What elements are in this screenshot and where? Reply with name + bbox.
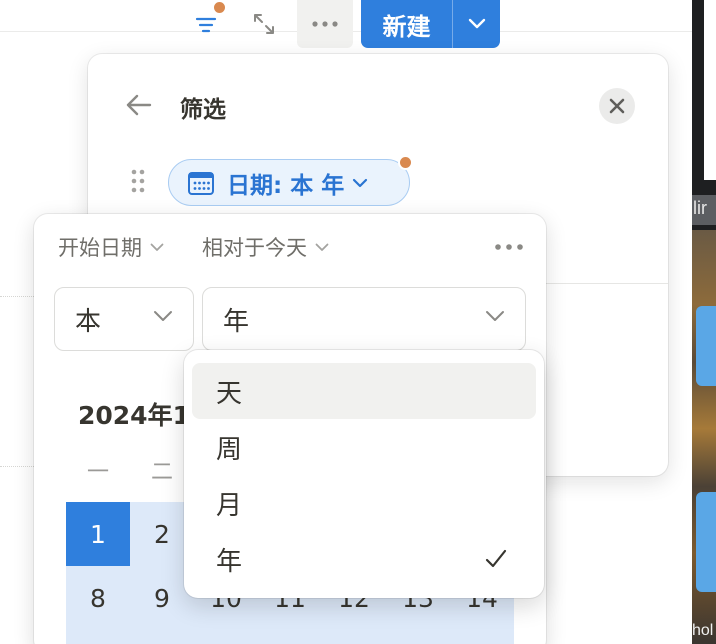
background-window-text: lir xyxy=(693,198,707,218)
drag-handle[interactable] xyxy=(130,168,146,198)
weekday-label: 一 xyxy=(86,460,109,485)
filter-modified-indicator xyxy=(398,155,413,170)
desktop-label: hol xyxy=(692,622,714,639)
relative-this-value: 本 xyxy=(75,306,102,337)
unit-option-year[interactable]: 年 xyxy=(192,531,536,587)
panel-title: 筛选 xyxy=(180,97,226,123)
relative-this-select[interactable]: 本 xyxy=(54,287,194,351)
unit-option-label: 月 xyxy=(216,490,243,521)
filter-lines-icon xyxy=(195,17,217,33)
unit-dropdown-menu: 天 周 月 年 xyxy=(184,350,544,598)
relative-mode-label: 相对于今天 xyxy=(202,236,307,260)
background-window: lir hol xyxy=(692,0,716,644)
unit-option-label: 天 xyxy=(216,378,243,409)
calendar-month-title: 2024年1 xyxy=(78,401,190,430)
panel-divider xyxy=(546,283,668,284)
new-button-label[interactable]: 新建 xyxy=(361,0,453,48)
folder-icon[interactable] xyxy=(696,492,716,592)
unit-option-day[interactable]: 天 xyxy=(192,363,536,419)
close-icon xyxy=(609,98,625,114)
close-button[interactable] xyxy=(599,88,635,124)
date-filter-chip[interactable]: 日期: 本 年 xyxy=(168,159,410,206)
chevron-down-icon xyxy=(352,178,368,188)
active-filter-indicator xyxy=(213,1,226,14)
expand-arrows-icon xyxy=(254,14,274,34)
unit-option-label: 周 xyxy=(216,434,243,465)
calendar-day[interactable]: 8 xyxy=(66,566,130,630)
date-property-select[interactable]: 开始日期 xyxy=(58,232,164,262)
more-options-button[interactable] xyxy=(297,0,353,48)
calendar-day-today[interactable]: 1 xyxy=(66,502,130,566)
new-button[interactable]: 新建 xyxy=(361,0,500,48)
background-window-tab: lir xyxy=(692,195,716,225)
unit-option-label: 年 xyxy=(216,546,243,577)
chevron-down-icon xyxy=(153,310,173,322)
new-button-dropdown[interactable] xyxy=(453,0,500,48)
filter-chip-label: 日期: 本 年 xyxy=(227,172,345,199)
chevron-down-icon xyxy=(485,310,505,322)
folder-icon[interactable] xyxy=(696,306,716,386)
relative-mode-select[interactable]: 相对于今天 xyxy=(202,232,329,262)
unit-option-week[interactable]: 周 xyxy=(192,419,536,475)
date-property-label: 开始日期 xyxy=(58,236,142,260)
chevron-down-icon xyxy=(150,243,164,252)
relative-unit-value: 年 xyxy=(223,306,250,337)
drag-handle-icon xyxy=(131,169,145,193)
calendar-icon xyxy=(187,170,215,196)
popover-more-button[interactable] xyxy=(494,236,524,255)
chevron-down-icon xyxy=(468,18,485,29)
background-window-panel xyxy=(704,0,716,180)
back-button[interactable] xyxy=(124,90,154,124)
relative-unit-select[interactable]: 年 xyxy=(202,287,526,351)
arrow-left-icon xyxy=(126,94,152,116)
ellipsis-icon xyxy=(495,244,523,250)
chevron-down-icon xyxy=(315,243,329,252)
checkmark-icon xyxy=(484,547,508,571)
ellipsis-icon xyxy=(312,21,338,27)
expand-button[interactable] xyxy=(244,0,284,48)
unit-option-month[interactable]: 月 xyxy=(192,475,536,531)
